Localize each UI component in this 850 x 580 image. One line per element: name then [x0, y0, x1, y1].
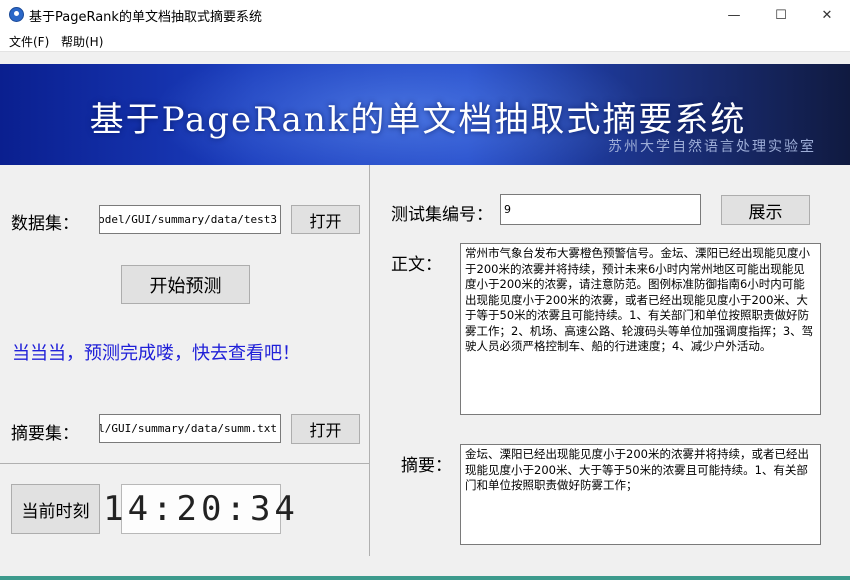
body-text-area[interactable]: 常州市气象台发布大雾橙色预警信号。金坛、溧阳已经出现能见度小于200米的浓雾并将… — [460, 243, 821, 415]
dataset-path-text: …-model/GUI/summary/data/test3 — [99, 213, 277, 226]
banner-title: 基于PageRank的单文档抽取式摘要系统 — [89, 100, 747, 140]
banner: 基于PageRank的单文档抽取式摘要系统 苏州大学自然语言处理实验室 — [0, 64, 850, 165]
close-button[interactable]: ✕ — [804, 0, 850, 30]
menu-file[interactable]: 文件(F) — [9, 33, 49, 50]
menu-help[interactable]: 帮助(H) — [61, 33, 103, 50]
window-bottom-border — [0, 576, 850, 580]
app-icon — [9, 7, 24, 22]
clock-display: 14:20:34 — [103, 484, 295, 534]
test-id-label: 测试集编号： — [391, 205, 493, 225]
body-label: 正文： — [391, 255, 442, 275]
summary-open-button[interactable]: 打开 — [291, 414, 360, 444]
minimize-button[interactable]: — — [711, 0, 757, 30]
status-message: 当当当，预测完成喽，快去查看吧！ — [12, 343, 300, 364]
current-time-button[interactable]: 当前时刻 — [11, 484, 100, 534]
summary-label: 摘要： — [401, 456, 452, 476]
title-bar: 基于PageRank的单文档抽取式摘要系统 — ☐ ✕ — [0, 0, 850, 30]
horizontal-divider — [0, 463, 369, 464]
menu-bar: 文件(F) 帮助(H) — [0, 30, 850, 52]
window-title: 基于PageRank的单文档抽取式摘要系统 — [29, 10, 262, 25]
summary-text-area[interactable]: 金坛、溧阳已经出现能见度小于200米的浓雾并将持续，或者已经出现能见度小于200… — [460, 444, 821, 545]
summary-path-input[interactable]: …del/GUI/summary/data/summ.txt — [99, 414, 281, 443]
dataset-open-button[interactable]: 打开 — [291, 205, 360, 234]
maximize-button[interactable]: ☐ — [758, 0, 804, 30]
start-predict-button[interactable]: 开始预测 — [121, 265, 250, 304]
banner-subtitle: 苏州大学自然语言处理实验室 — [608, 139, 816, 155]
summary-set-label: 摘要集： — [11, 424, 79, 444]
test-id-input[interactable]: 9 — [500, 194, 701, 225]
dataset-path-input[interactable]: …-model/GUI/summary/data/test3 — [99, 205, 281, 234]
dataset-label: 数据集： — [11, 214, 79, 234]
summary-path-text: …del/GUI/summary/data/summ.txt — [99, 422, 277, 435]
show-button[interactable]: 展示 — [721, 195, 810, 225]
vertical-divider — [369, 165, 370, 556]
